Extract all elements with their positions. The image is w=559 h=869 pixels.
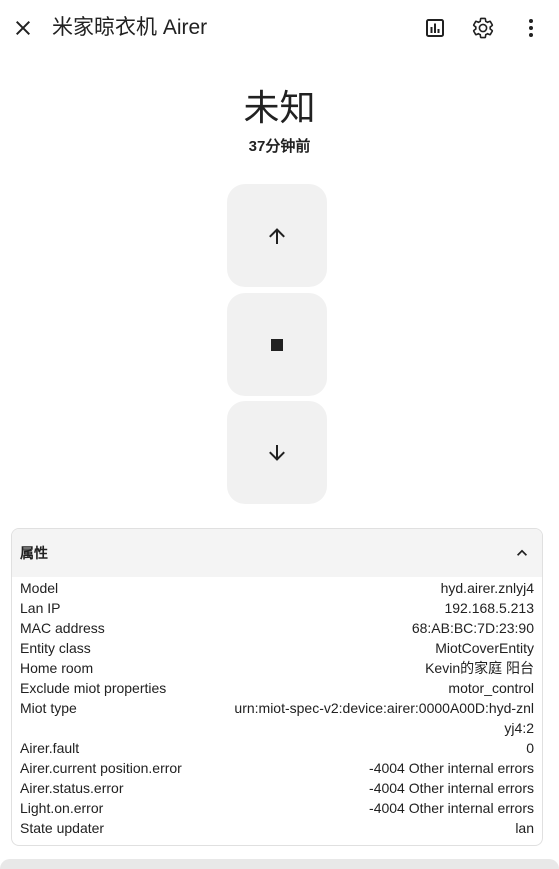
attribute-value: hyd.airer.znlyj4 [440, 580, 534, 596]
state-value: 未知 [243, 87, 316, 128]
more-vertical-icon [529, 19, 533, 37]
attribute-row-light-on-error: Light.on.error -4004 Other internal erro… [20, 798, 534, 818]
attribute-key: MAC address [20, 620, 105, 636]
attribute-row-entity-class: Entity class MiotCoverEntity [20, 638, 534, 658]
attribute-value: motor_control [448, 680, 534, 696]
attribute-row-airer-fault: Airer.fault 0 [20, 738, 534, 758]
attribute-key: Model [20, 580, 59, 596]
stop-cover-button[interactable] [227, 293, 327, 396]
arrow-down-icon [269, 444, 285, 461]
attribute-value: lan [515, 820, 534, 836]
stop-icon [271, 338, 283, 351]
bottom-sheet-edge [0, 859, 559, 869]
close-icon [16, 21, 30, 35]
attribute-row-home-room: Home room Kevin的家庭 阳台 [20, 658, 534, 678]
attribute-key: Airer.fault [20, 740, 80, 756]
close-button[interactable] [3, 8, 43, 48]
attribute-key: Miot type [20, 700, 77, 716]
attribute-row-model: Model hyd.airer.znlyj4 [20, 578, 534, 598]
history-button[interactable] [415, 8, 455, 48]
attribute-value: Kevin的家庭 阳台 [425, 660, 534, 676]
attribute-key: Light.on.error [20, 800, 104, 816]
attribute-key: Lan IP [20, 600, 61, 616]
attribute-value: urn:miot-spec-v2:device:airer:0000A00D:h… [234, 700, 534, 736]
attribute-value: 192.168.5.213 [444, 600, 534, 616]
dialog-title: 米家晾衣机 Airer [52, 16, 208, 39]
more-options-button[interactable] [511, 8, 551, 48]
attribute-key: Home room [20, 660, 94, 676]
attribute-row-airer-current-position-error: Airer.current position.error -4004 Other… [20, 758, 534, 778]
attribute-value: -4004 Other internal errors [369, 800, 534, 816]
last-changed-time: 37分钟前 [248, 138, 311, 155]
arrow-up-icon [269, 227, 285, 244]
open-cover-button[interactable] [227, 184, 327, 287]
attribute-value: -4004 Other internal errors [369, 780, 534, 796]
attributes-panel: 属性 Model hyd.airer.znlyj4 Lan IP 192.168… [11, 528, 543, 846]
attribute-row-exclude-miot-properties: Exclude miot properties motor_control [20, 678, 534, 698]
close-cover-button[interactable] [227, 401, 327, 504]
attribute-key: Airer.current position.error [20, 760, 182, 776]
attributes-title: 属性 [20, 545, 48, 561]
attribute-row-miot-type: Miot type urn:miot-spec-v2:device:airer:… [20, 698, 534, 738]
attribute-row-lan-ip: Lan IP 192.168.5.213 [20, 598, 534, 618]
settings-button[interactable] [463, 8, 503, 48]
attribute-key: Entity class [20, 640, 91, 656]
attributes-toggle[interactable]: 属性 [12, 529, 542, 577]
attributes-list: Model hyd.airer.znlyj4 Lan IP 192.168.5.… [20, 578, 534, 838]
attribute-key: Airer.status.error [20, 780, 124, 796]
attribute-key: Exclude miot properties [20, 680, 167, 696]
attribute-value: 68:AB:BC:7D:23:90 [411, 620, 534, 636]
attribute-value: -4004 Other internal errors [369, 760, 534, 776]
attribute-value: MiotCoverEntity [435, 640, 534, 656]
attribute-value: 0 [526, 740, 534, 756]
history-icon [426, 19, 444, 37]
attribute-key: State updater [20, 820, 105, 836]
attribute-row-airer-status-error: Airer.status.error -4004 Other internal … [20, 778, 534, 798]
attribute-row-mac-address: MAC address 68:AB:BC:7D:23:90 [20, 618, 534, 638]
attribute-row-state-updater: State updater lan [20, 818, 534, 838]
chevron-up-icon [517, 549, 527, 556]
dialog-header: 米家晾衣机 Airer [0, 0, 559, 56]
gear-icon [472, 17, 494, 39]
